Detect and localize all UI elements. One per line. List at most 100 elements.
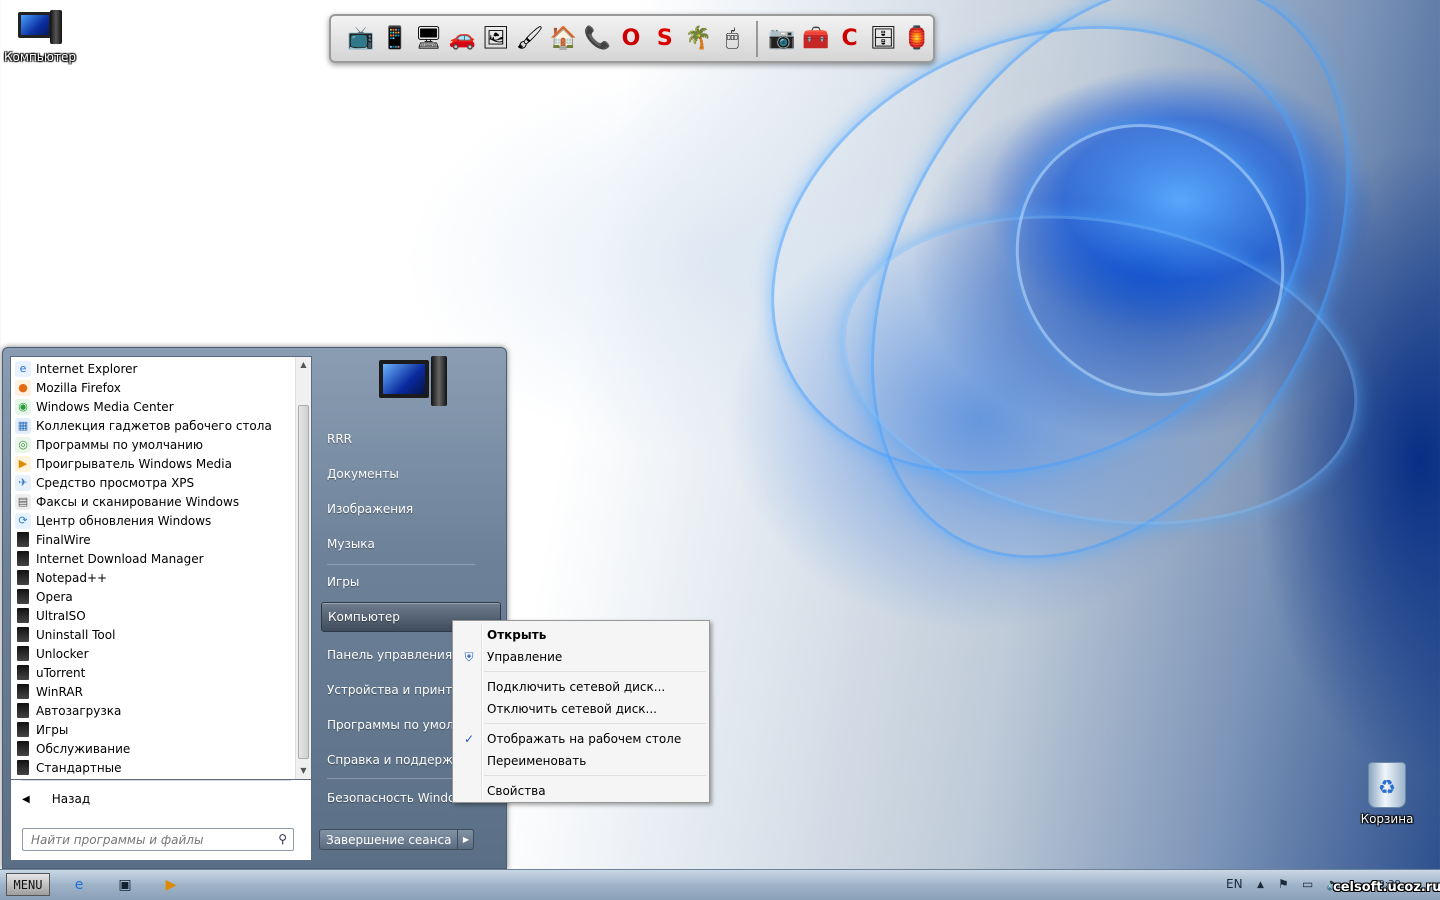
desktop-icon-recycle-bin[interactable]: Корзина <box>1347 762 1427 826</box>
program-label: Стандартные <box>36 760 122 775</box>
back-label: Назад <box>51 792 91 806</box>
xps-icon: ✈ <box>15 474 31 491</box>
separator <box>484 775 706 776</box>
ccleaner-icon[interactable]: C <box>834 22 866 56</box>
program-item[interactable]: UltraISO <box>11 606 297 625</box>
phone-icon[interactable]: 📱 <box>379 22 411 56</box>
language-indicator[interactable]: EN <box>1226 877 1243 891</box>
ctx-map-network-drive[interactable]: Подключить сетевой диск... <box>455 676 707 698</box>
right-item-games[interactable]: Игры <box>321 567 501 597</box>
program-item[interactable]: Unlocker <box>11 644 297 663</box>
program-item[interactable]: ▦ Коллекция гаджетов рабочего стола <box>11 416 297 435</box>
program-label: Программы по умолчанию <box>36 437 204 452</box>
program-item[interactable]: uTorrent <box>11 663 297 682</box>
shutdown-options-arrow-icon[interactable]: ▶ <box>458 829 475 850</box>
program-item[interactable]: Стандартные <box>11 758 297 777</box>
folder-icon <box>17 684 29 699</box>
separator <box>327 564 475 565</box>
program-item[interactable]: ▤ Факсы и сканирование Windows <box>11 492 297 511</box>
ctx-show-on-desktop[interactable]: ✓ Отображать на рабочем столе <box>455 728 707 750</box>
program-item[interactable]: Игры <box>11 720 297 739</box>
program-item[interactable]: Internet Download Manager <box>11 549 297 568</box>
search-input[interactable]: Найти программы и файлы ⚲ <box>22 828 294 851</box>
tools-icon[interactable]: 🧰 <box>800 22 832 56</box>
folder-icon <box>17 741 29 756</box>
pc-tower-icon[interactable]: 🖥 <box>413 22 445 56</box>
right-item-music[interactable]: Музыка <box>321 529 501 559</box>
car-icon[interactable]: 🚗 <box>446 22 478 56</box>
folder-icon <box>17 551 29 566</box>
scroll-up-arrow-icon[interactable]: ▲ <box>296 357 311 373</box>
action-center-flag-icon[interactable]: ⚑ <box>1278 877 1289 891</box>
top-dock: 📺 📱 🖥 🚗 🖼 🖌 🏠 📞 O S 🌴 🖱 📷 🧰 C 🗄 🏮 <box>329 14 935 63</box>
back-button[interactable]: ◀ Назад <box>10 784 312 814</box>
search-icon[interactable]: ⚲ <box>278 832 287 846</box>
right-item-pictures[interactable]: Изображения <box>321 494 501 524</box>
desktop-icon-computer[interactable]: Компьютер <box>0 10 80 64</box>
program-label: Mozilla Firefox <box>36 380 121 395</box>
scroll-thumb[interactable] <box>298 405 309 759</box>
ctx-manage[interactable]: ⛨ Управление <box>455 646 707 668</box>
program-item[interactable]: ● Mozilla Firefox <box>11 378 297 397</box>
program-label: UltraISO <box>36 608 86 623</box>
network-icon[interactable]: ▭ <box>1302 877 1313 891</box>
program-item[interactable]: Автозагрузка <box>11 701 297 720</box>
ctx-open[interactable]: Открыть <box>455 624 707 646</box>
program-item[interactable]: Opera <box>11 587 297 606</box>
ctx-disconnect-network-drive[interactable]: Отключить сетевой диск... <box>455 698 707 720</box>
tv-icon[interactable]: 📺 <box>345 22 377 56</box>
folder-icon <box>17 646 29 661</box>
default-programs-icon: ◎ <box>15 436 31 453</box>
ie-taskbar-icon[interactable]: e <box>70 876 88 894</box>
ctx-rename[interactable]: Переименовать <box>455 750 707 772</box>
palm-icon[interactable]: 🌴 <box>683 22 715 56</box>
folder-icon <box>17 703 29 718</box>
program-item[interactable]: WinRAR <box>11 682 297 701</box>
back-arrow-icon: ◀ <box>22 793 30 805</box>
house-icon[interactable]: 🏠 <box>548 22 580 56</box>
ctx-manage-label: Управление <box>487 650 563 664</box>
logoff-button[interactable]: Завершение сеанса <box>319 829 459 850</box>
ctx-map-label: Подключить сетевой диск... <box>487 680 666 694</box>
program-item[interactable]: Обслуживание <box>11 739 297 758</box>
camera-icon[interactable]: 📷 <box>766 22 798 56</box>
desk-icon[interactable]: 🗄 <box>867 22 899 56</box>
desktop-taskbar-icon[interactable]: ▣ <box>116 876 134 894</box>
update-icon: ⟳ <box>15 512 31 529</box>
right-item-documents[interactable]: Документы <box>321 459 501 489</box>
programs-scrollbar[interactable]: ▲ ▼ <box>295 357 311 779</box>
program-item[interactable]: ◎ Программы по умолчанию <box>11 435 297 454</box>
opera-icon[interactable]: O <box>615 22 647 56</box>
show-hidden-icons-arrow-icon[interactable]: ▲ <box>1257 880 1264 890</box>
desktop-icon-label: Корзина <box>1360 812 1414 826</box>
program-item[interactable]: ▶ Проигрыватель Windows Media <box>11 454 297 473</box>
program-item[interactable]: ◉ Windows Media Center <box>11 397 297 416</box>
program-label: Unlocker <box>36 646 89 661</box>
start-menu-button[interactable]: MENU <box>6 873 50 896</box>
separator <box>21 780 291 781</box>
ctx-disconnect-label: Отключить сетевой диск... <box>487 702 657 716</box>
program-item[interactable]: FinalWire <box>11 530 297 549</box>
media-player-taskbar-icon[interactable]: ▶ <box>162 876 180 894</box>
folder-icon <box>17 532 29 547</box>
phone-black-icon[interactable]: 📞 <box>581 22 613 56</box>
brush-icon[interactable]: 🖌 <box>514 22 546 56</box>
photo-icon[interactable]: 🖼 <box>480 22 512 56</box>
skype-mouse-icon[interactable]: 🖱 <box>716 22 748 56</box>
ctx-properties[interactable]: Свойства <box>455 780 707 802</box>
wallpaper-swirl <box>817 177 1383 563</box>
program-label: Коллекция гаджетов рабочего стола <box>36 418 272 433</box>
program-item[interactable]: Notepad++ <box>11 568 297 587</box>
lamp-icon[interactable]: 🏮 <box>901 22 933 56</box>
program-item[interactable]: ✈ Средство просмотра XPS <box>11 473 297 492</box>
program-label: uTorrent <box>36 665 86 680</box>
right-item-rrr[interactable]: RRR <box>321 424 501 454</box>
program-label: Автозагрузка <box>36 703 122 718</box>
program-item[interactable]: e Internet Explorer <box>11 359 297 378</box>
s-logo-icon[interactable]: S <box>649 22 681 56</box>
fax-icon: ▤ <box>15 493 31 510</box>
scroll-down-arrow-icon[interactable]: ▼ <box>296 763 311 779</box>
shield-icon: ⛨ <box>464 650 474 664</box>
program-item[interactable]: Uninstall Tool <box>11 625 297 644</box>
program-item[interactable]: ⟳ Центр обновления Windows <box>11 511 297 530</box>
